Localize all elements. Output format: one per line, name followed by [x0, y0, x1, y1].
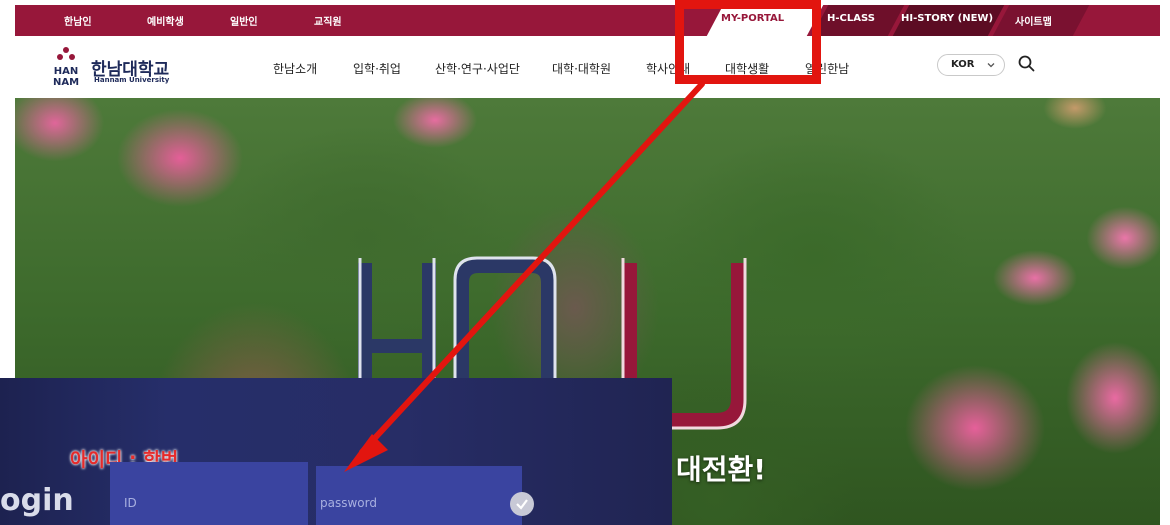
red-arrow-annotation — [344, 81, 705, 472]
